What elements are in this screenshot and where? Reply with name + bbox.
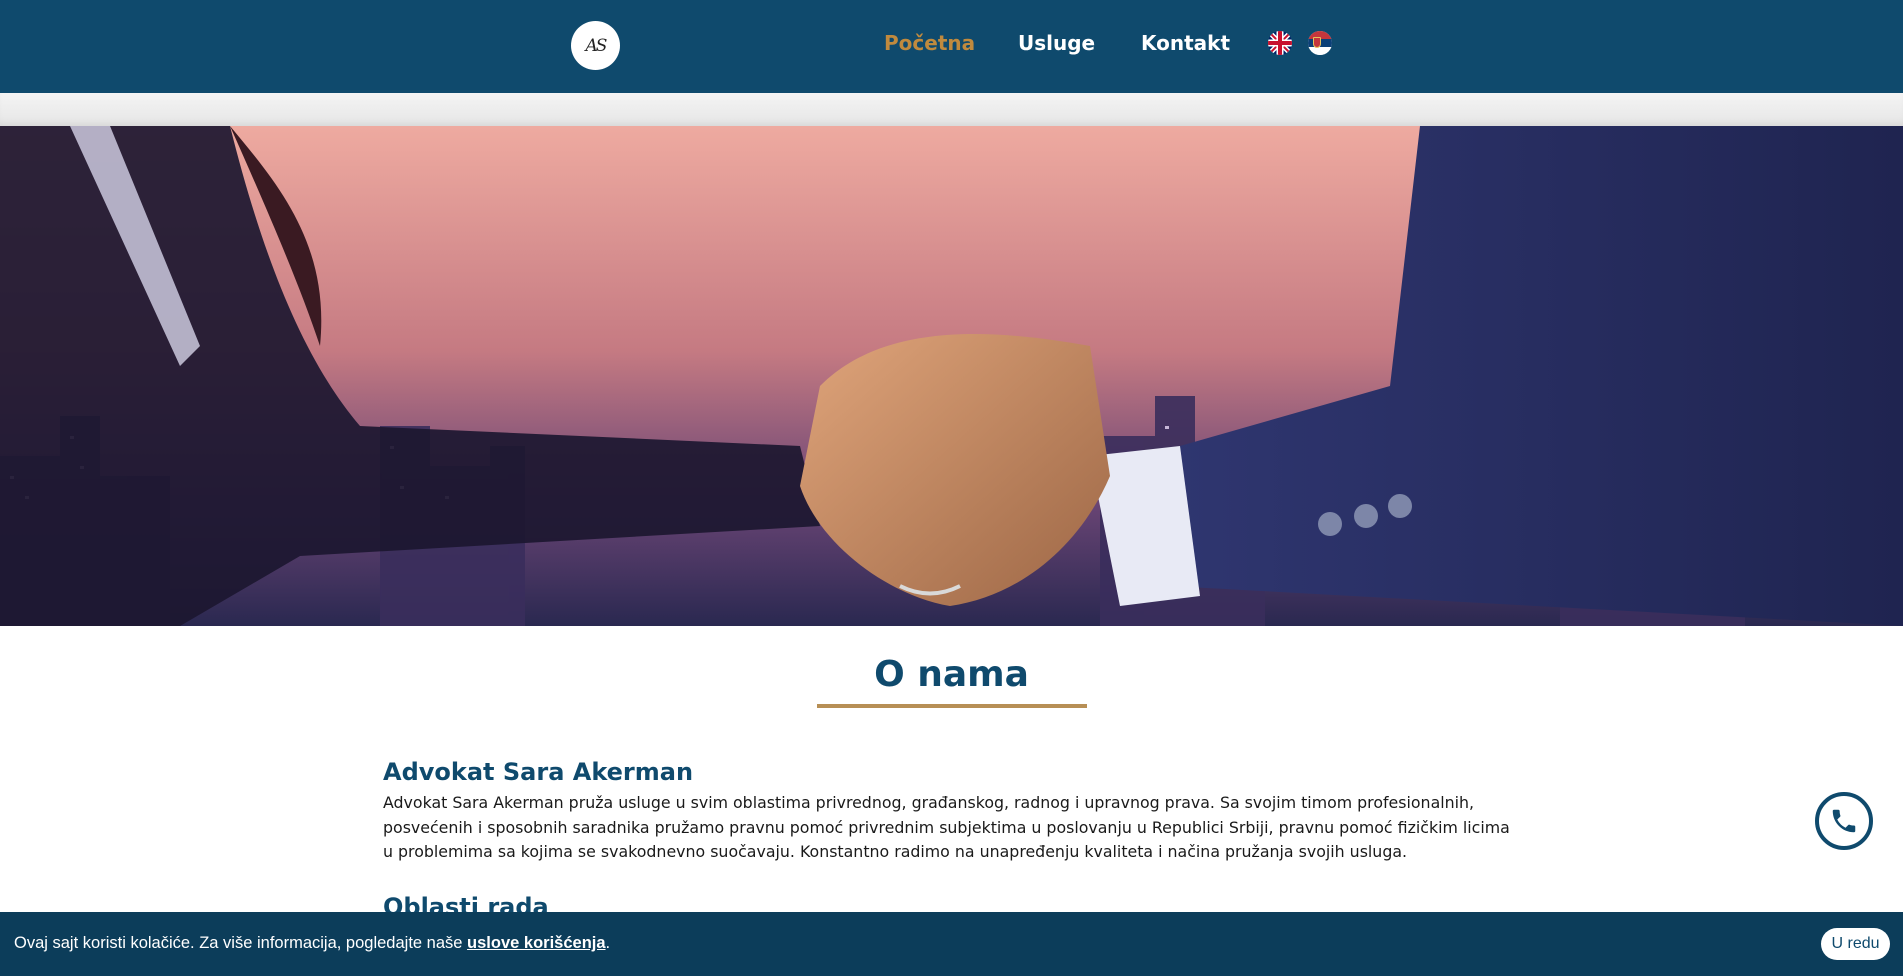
uk-flag-icon[interactable] — [1268, 31, 1292, 55]
terms-link[interactable]: uslove korišćenja — [467, 934, 606, 952]
nav-item-pocetna[interactable]: Početna — [884, 31, 975, 61]
cookie-banner: Ovaj sajt koristi kolačiće. Za više info… — [0, 912, 1903, 976]
logo-text: AS — [585, 35, 608, 56]
nav-item-kontakt[interactable]: Kontakt — [1141, 31, 1230, 61]
phone-button[interactable] — [1815, 792, 1873, 850]
nav-item-usluge[interactable]: Usluge — [1018, 31, 1095, 61]
phone-icon — [1832, 809, 1856, 833]
header-shadow-strip — [0, 93, 1903, 126]
hero-image — [0, 126, 1903, 626]
cookie-text: Ovaj sajt koristi kolačiće. Za više info… — [14, 934, 468, 952]
logo[interactable]: AS — [571, 21, 620, 70]
accept-cookies-button[interactable]: U redu — [1821, 928, 1890, 960]
about-paragraph: Advokat Sara Akerman pruža usluge u svim… — [383, 793, 1510, 861]
section-title: O nama — [874, 654, 1029, 695]
cookie-text-wrapper: Ovaj sajt koristi kolačiće. Za više info… — [14, 934, 610, 953]
about-heading: Advokat Sara Akerman — [383, 758, 694, 786]
cookie-suffix: . — [605, 934, 611, 952]
site-header: AS Početna Usluge Kontakt — [0, 0, 1903, 93]
serbia-flag-icon[interactable] — [1308, 31, 1332, 55]
title-underline — [817, 704, 1087, 708]
handshake-city-image — [0, 126, 1903, 626]
